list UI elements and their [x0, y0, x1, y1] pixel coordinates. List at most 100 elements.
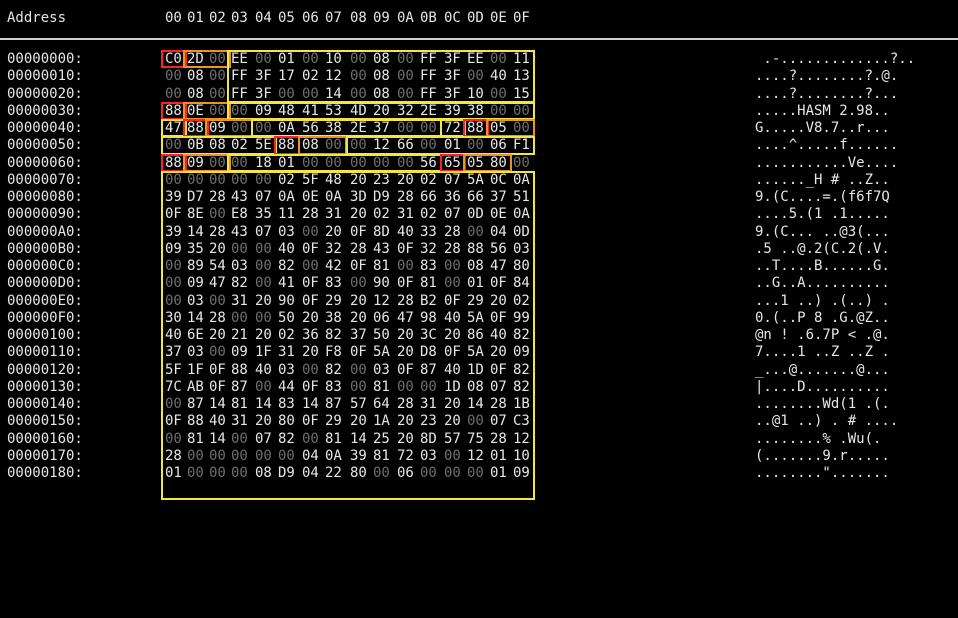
hex-byte[interactable]: 56 — [420, 155, 442, 172]
hex-byte[interactable]: 35 — [187, 241, 209, 258]
hex-byte[interactable]: 5F — [165, 362, 187, 379]
hex-byte[interactable]: 1D — [467, 362, 489, 379]
hex-byte[interactable]: 09 — [209, 120, 231, 137]
hex-byte[interactable]: 07 — [255, 431, 277, 448]
hex-byte[interactable]: 51 — [513, 189, 535, 206]
hex-byte[interactable]: FF — [231, 86, 253, 103]
hex-byte[interactable]: 03 — [278, 362, 300, 379]
hex-byte[interactable]: 14 — [209, 396, 231, 413]
hex-byte[interactable]: 02 — [420, 206, 442, 223]
hex-byte[interactable]: 43 — [373, 241, 395, 258]
hex-byte[interactable]: 23 — [420, 413, 442, 430]
hex-byte[interactable]: 82 — [325, 362, 347, 379]
hex-byte[interactable]: 72 — [444, 120, 466, 137]
hex-byte[interactable]: 8E — [187, 206, 209, 223]
hex-byte[interactable]: 50 — [373, 327, 395, 344]
hex-byte[interactable]: 64 — [373, 396, 395, 413]
hex-byte[interactable]: 00 — [444, 448, 466, 465]
ascii-preview[interactable]: |....D.......... — [755, 379, 890, 396]
hex-byte[interactable]: 00 — [165, 431, 187, 448]
hex-byte[interactable]: 10 — [325, 51, 347, 68]
hex-byte[interactable]: 08 — [187, 86, 209, 103]
hex-byte[interactable]: 00 — [231, 310, 253, 327]
hex-byte[interactable]: 31 — [278, 344, 300, 361]
hex-byte[interactable]: 44 — [278, 379, 300, 396]
hex-byte[interactable]: 00 — [255, 275, 277, 292]
hex-byte[interactable]: 00 — [255, 241, 277, 258]
hex-byte[interactable]: 20 — [350, 172, 372, 189]
ascii-preview[interactable]: ...1 ..) .(..) . — [755, 293, 890, 310]
hex-byte[interactable]: 88 — [467, 120, 489, 137]
hex-byte[interactable]: 41 — [278, 275, 300, 292]
hex-byte[interactable]: D8 — [420, 344, 442, 361]
hex-byte[interactable]: 07 — [444, 206, 466, 223]
hex-byte[interactable]: 00 — [209, 448, 231, 465]
hex-byte[interactable]: 00 — [165, 137, 187, 154]
hex-byte[interactable]: 00 — [302, 258, 324, 275]
hex-byte[interactable]: 05 — [490, 120, 512, 137]
hex-byte[interactable]: 0D — [513, 224, 535, 241]
hex-byte[interactable]: 10 — [467, 86, 489, 103]
ascii-preview[interactable]: 9.(C... ..@3(... — [755, 224, 890, 241]
hex-byte[interactable]: 01 — [467, 275, 489, 292]
hex-byte[interactable]: 57 — [350, 396, 372, 413]
hex-byte[interactable]: 5F — [302, 172, 324, 189]
hex-byte[interactable]: FF — [420, 68, 442, 85]
hex-byte[interactable]: 82 — [513, 327, 535, 344]
hex-byte[interactable]: 82 — [513, 362, 535, 379]
hex-byte[interactable]: 03 — [187, 344, 209, 361]
hex-byte[interactable]: 0F — [397, 275, 419, 292]
hex-byte[interactable]: 00 — [255, 172, 277, 189]
hex-byte[interactable]: 0D — [467, 206, 489, 223]
hex-byte[interactable]: 00 — [255, 310, 277, 327]
hex-byte[interactable]: 57 — [444, 431, 466, 448]
hex-byte[interactable]: 20 — [255, 413, 277, 430]
hex-byte[interactable]: 3F — [444, 86, 466, 103]
hex-byte[interactable]: 23 — [373, 172, 395, 189]
hex-byte[interactable]: 0A — [325, 189, 347, 206]
hex-byte[interactable]: 0F — [165, 206, 187, 223]
hex-byte[interactable]: 5A — [467, 344, 489, 361]
hex-byte[interactable]: 12 — [513, 431, 535, 448]
hex-byte[interactable]: 00 — [302, 51, 324, 68]
hex-byte[interactable]: 12 — [467, 448, 489, 465]
ascii-preview[interactable]: ..@1 ..) . # .... — [755, 413, 898, 430]
ascii-preview[interactable]: ....5.(1 .1..... — [755, 206, 890, 223]
hex-byte[interactable]: 00 — [467, 68, 489, 85]
hex-byte[interactable]: 40 — [397, 224, 419, 241]
hex-byte[interactable]: 00 — [467, 413, 489, 430]
hex-byte[interactable]: 88 — [187, 413, 209, 430]
hex-byte[interactable]: E8 — [231, 206, 253, 223]
hex-byte[interactable]: 32 — [325, 241, 347, 258]
hex-byte[interactable]: 86 — [467, 327, 489, 344]
hex-byte[interactable]: 0F — [490, 310, 512, 327]
hex-byte[interactable]: 07 — [490, 379, 512, 396]
hex-byte[interactable]: 00 — [209, 293, 231, 310]
hex-byte[interactable]: 00 — [350, 155, 372, 172]
hex-byte[interactable]: 47 — [209, 275, 231, 292]
hex-byte[interactable]: 00 — [397, 155, 419, 172]
hex-byte[interactable]: 31 — [325, 206, 347, 223]
hex-byte[interactable]: 04 — [490, 224, 512, 241]
hex-byte[interactable]: 09 — [165, 241, 187, 258]
hex-byte[interactable]: 00 — [350, 137, 372, 154]
hex-byte[interactable]: 20 — [255, 327, 277, 344]
ascii-preview[interactable]: ......_H # ..Z.. — [755, 172, 890, 189]
hex-byte[interactable]: 08 — [209, 137, 231, 154]
hex-byte[interactable]: 1F — [255, 344, 277, 361]
hex-byte[interactable]: 00 — [165, 293, 187, 310]
hex-byte[interactable]: 09 — [231, 344, 253, 361]
hex-byte[interactable]: 32 — [420, 241, 442, 258]
hex-byte[interactable]: F1 — [513, 137, 535, 154]
hex-byte[interactable]: 0B — [187, 137, 209, 154]
hex-byte[interactable]: 28 — [209, 189, 231, 206]
hex-byte[interactable]: 08 — [373, 51, 395, 68]
hex-byte[interactable]: 00 — [187, 172, 209, 189]
hex-byte[interactable]: 1F — [187, 362, 209, 379]
hex-byte[interactable]: 38 — [325, 310, 347, 327]
hex-byte[interactable]: 08 — [467, 379, 489, 396]
hex-byte[interactable]: 36 — [302, 327, 324, 344]
hex-byte[interactable]: 0E — [187, 103, 209, 120]
hex-byte[interactable]: D9 — [278, 465, 300, 482]
hex-byte[interactable]: 4D — [350, 103, 372, 120]
